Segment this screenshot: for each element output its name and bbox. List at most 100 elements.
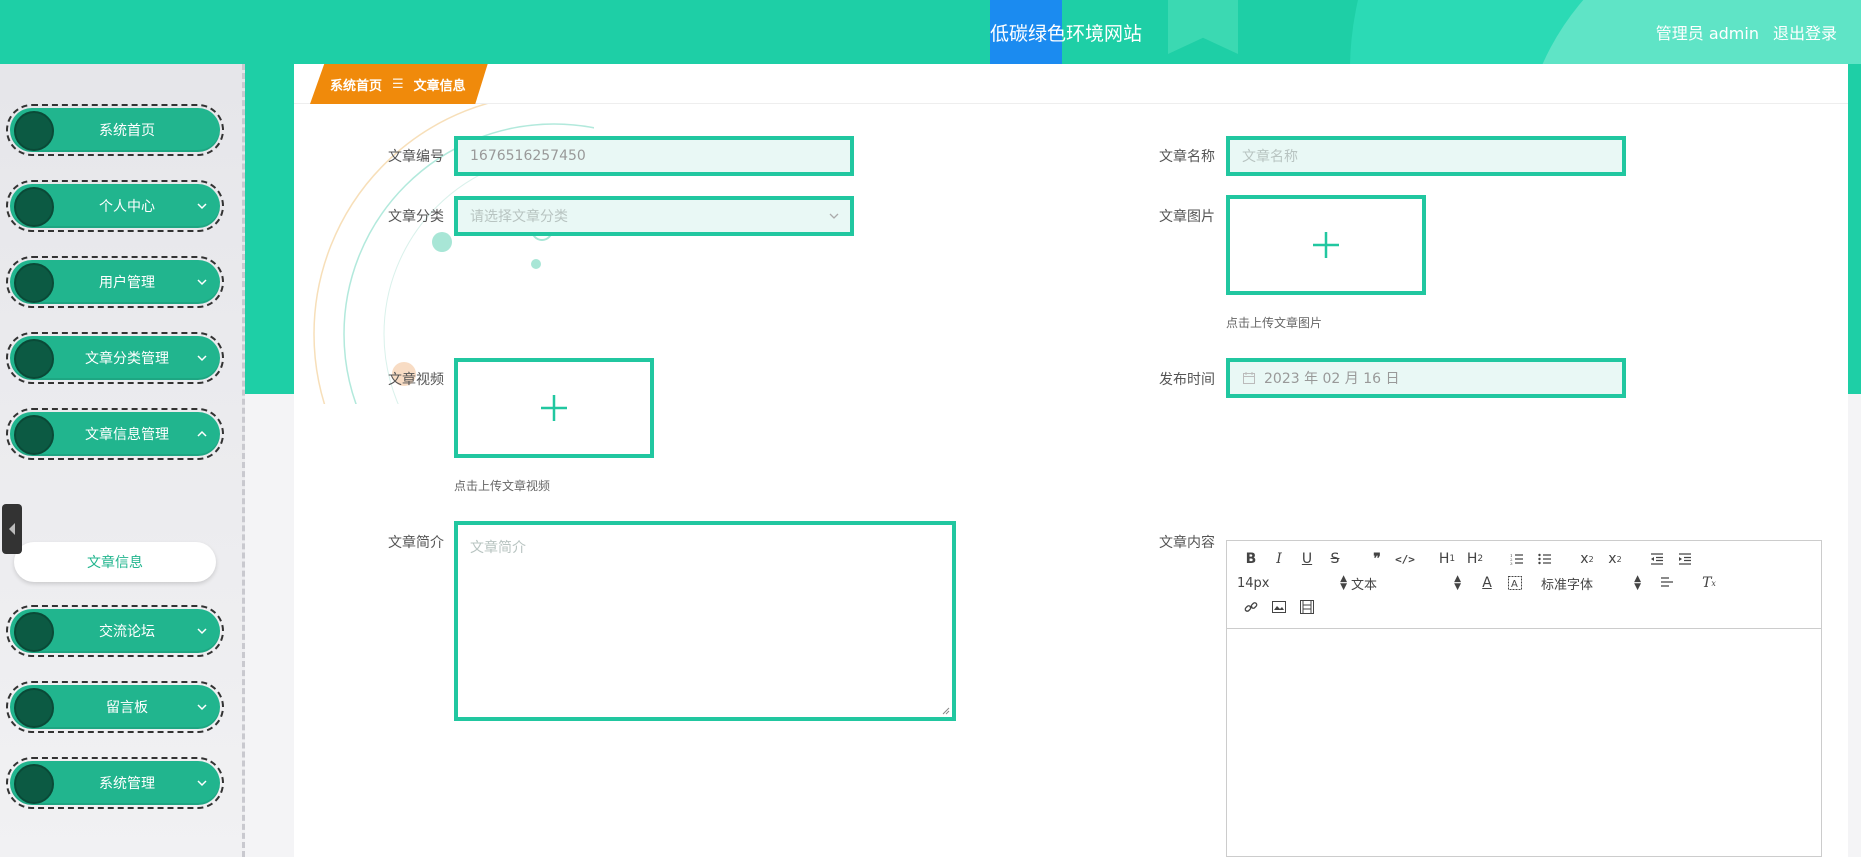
updown-arrows-icon: ▲ ▼ [1634,574,1641,592]
sidebar-subitem-article-info[interactable]: 文章信息 [14,542,216,582]
summary-textarea[interactable]: 文章简介 [454,521,956,721]
menu-knob [14,263,54,303]
user-area: 管理员 admin 退出登录 [1656,0,1837,64]
chevron-down-icon [197,355,207,362]
editor-toolbar: B I U S ❞ </> H1 H2 123 x2 x2 14px ▲ ▼ 文… [1227,541,1821,629]
code-block-button[interactable]: </> [1391,549,1419,569]
font-family-select[interactable]: 标准字体 ▲ ▼ [1541,574,1641,593]
caret-left-icon [9,523,15,535]
editor-toolbar-row: 14px ▲ ▼ 文本 ▲ ▼ A A 标准字体 ▲ ▼ Tx [1237,573,1723,593]
site-title: 低碳绿色环境网站 [990,22,1143,45]
plus-icon [1313,232,1339,258]
menu-knob [14,187,54,227]
chevron-down-icon [197,279,207,286]
logout-link[interactable]: 退出登录 [1773,20,1837,44]
background-color-button[interactable]: A [1501,573,1529,593]
video-upload-hint: 点击上传文章视频 [454,479,551,493]
strikethrough-button[interactable]: S [1321,549,1349,569]
heading1-button[interactable]: H1 [1433,549,1461,569]
image-upload-box[interactable] [1226,195,1426,295]
publish-time-label: 发布时间 [1159,372,1215,388]
editor-content-area[interactable] [1227,630,1821,857]
block-type-select[interactable]: 文本 ▲ ▼ [1351,574,1461,593]
breadcrumb-current: 文章信息 [413,78,466,94]
chevron-down-icon [197,628,207,635]
link-button[interactable] [1237,597,1265,617]
sidebar-item-message-board[interactable]: 留言板 [6,681,224,733]
menu-knob [14,339,54,379]
chevron-down-icon [829,213,839,219]
breadcrumb-bar: 系统首页 ☰ 文章信息 [294,64,1848,104]
insert-video-button[interactable] [1293,597,1321,617]
image-icon [1272,601,1286,613]
article-name-label: 文章名称 [1159,149,1215,165]
ordered-list-button[interactable]: 123 [1503,549,1531,569]
font-family-value: 标准字体 [1541,577,1594,593]
video-icon [1300,600,1314,614]
resize-grip-icon[interactable] [940,705,950,715]
svg-text:A: A [1511,579,1518,590]
sidebar-item-label: 留言板 [106,700,148,716]
font-size-select[interactable]: 14px ▲ ▼ [1237,574,1347,592]
video-upload-box[interactable] [454,358,654,458]
video-label: 文章视频 [388,372,444,388]
top-header: 低碳绿色环境网站 管理员 admin 退出登录 [0,0,1861,64]
sidebar-item-system-management[interactable]: 系统管理 [6,757,224,809]
publish-time-value: 2023 年 02 月 16 日 [1264,371,1400,387]
sidebar-item-label: 系统管理 [99,776,155,792]
sidebar-item-label: 文章分类管理 [85,351,169,367]
publish-time-input[interactable]: 2023 年 02 月 16 日 [1226,358,1626,398]
block-type-value: 文本 [1351,577,1378,593]
menu-knob [14,688,54,728]
italic-button[interactable]: I [1265,549,1293,569]
menu-knob [14,764,54,804]
indent-button[interactable] [1671,549,1699,569]
sidebar: 系统首页 个人中心 用户管理 文章分类管理 文章信息管理 文章信息 交流论坛 留… [0,64,245,857]
heading2-button[interactable]: H2 [1461,549,1489,569]
sidebar-item-forum[interactable]: 交流论坛 [6,605,224,657]
menu-knob [14,612,54,652]
bold-button[interactable]: B [1237,549,1265,569]
bookmark-decoration [1168,0,1238,54]
sidebar-item-label: 个人中心 [99,199,155,215]
article-name-input[interactable]: 文章名称 [1226,136,1626,176]
chevron-down-icon [197,704,207,711]
summary-label: 文章简介 [388,535,444,551]
article-no-input[interactable]: 1676516257450 [454,136,854,176]
sidebar-item-category-management[interactable]: 文章分类管理 [6,332,224,384]
underline-button[interactable]: U [1293,549,1321,569]
sidebar-item-label: 用户管理 [99,275,155,291]
sidebar-collapse-button[interactable] [2,504,22,554]
sidebar-item-user-management[interactable]: 用户管理 [6,256,224,308]
article-no-label: 文章编号 [388,149,444,165]
sidebar-item-article-management[interactable]: 文章信息管理 [6,408,224,460]
insert-image-button[interactable] [1265,597,1293,617]
font-color-button[interactable]: A [1473,573,1501,593]
align-button[interactable] [1653,573,1681,593]
sidebar-item-label: 系统首页 [99,123,155,139]
font-size-value: 14px [1237,575,1270,591]
breadcrumb: 系统首页 ☰ 文章信息 [310,64,488,104]
breadcrumb-separator-icon: ☰ [392,76,404,92]
outdent-button[interactable] [1643,549,1671,569]
menu-knob [14,111,54,151]
category-select-placeholder: 请选择文章分类 [470,209,568,225]
bullet-list-button[interactable] [1531,549,1559,569]
image-upload-hint: 点击上传文章图片 [1226,316,1323,330]
category-select[interactable]: 请选择文章分类 [454,196,854,236]
sidebar-item-personal-center[interactable]: 个人中心 [6,180,224,232]
clear-format-button[interactable]: Tx [1695,573,1723,593]
blockquote-button[interactable]: ❞ [1363,549,1391,569]
sidebar-item-home[interactable]: 系统首页 [6,104,224,156]
updown-arrows-icon: ▲ ▼ [1340,574,1347,592]
align-left-icon [1661,577,1673,587]
plus-icon [541,395,567,421]
superscript-button[interactable]: x2 [1601,549,1629,569]
breadcrumb-home[interactable]: 系统首页 [330,75,382,94]
subscript-button[interactable]: x2 [1573,549,1601,569]
image-label: 文章图片 [1159,209,1215,225]
chevron-down-icon [197,203,207,210]
summary-placeholder: 文章简介 [470,540,526,556]
editor-toolbar-row: B I U S ❞ </> H1 H2 123 x2 x2 [1237,549,1699,569]
category-label: 文章分类 [388,209,444,225]
